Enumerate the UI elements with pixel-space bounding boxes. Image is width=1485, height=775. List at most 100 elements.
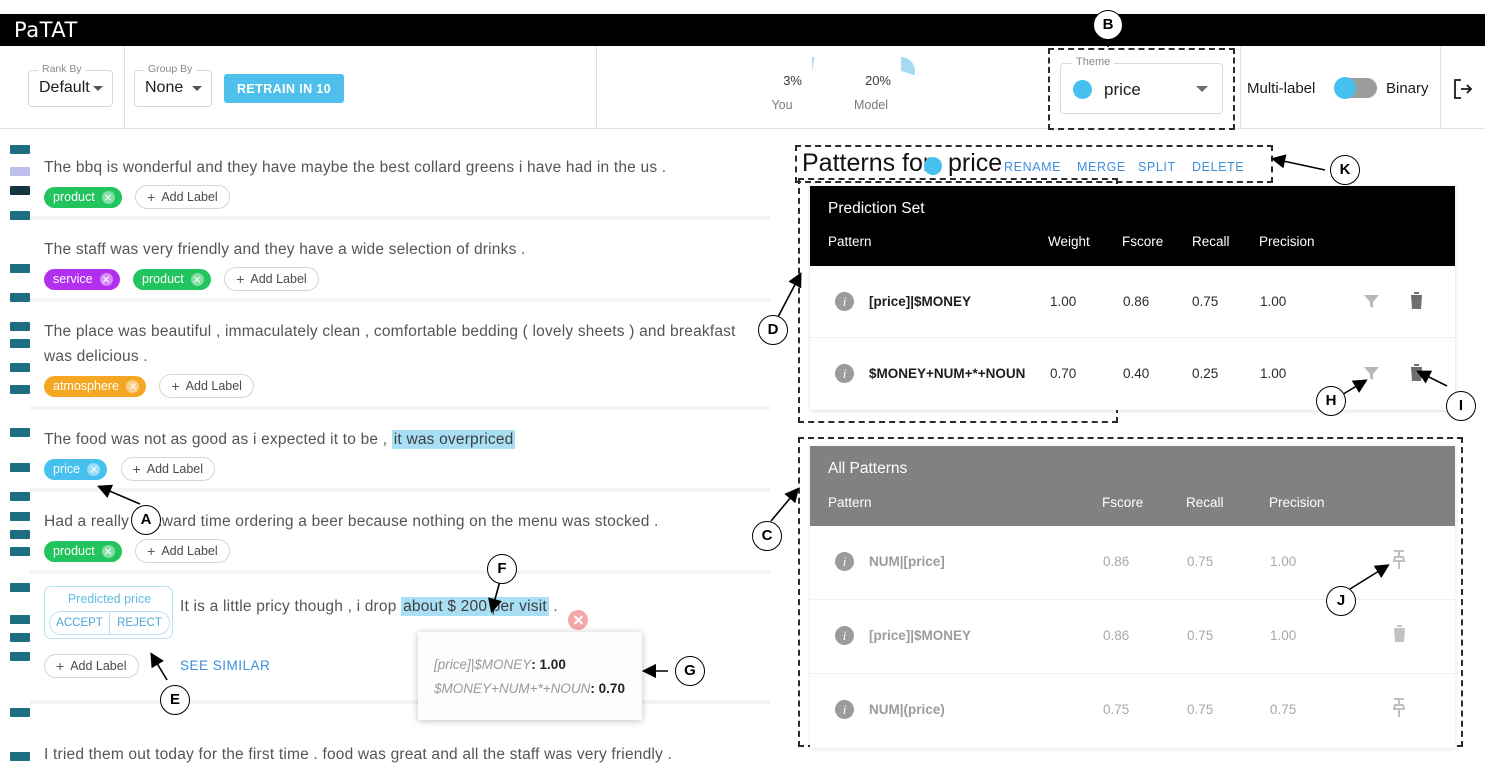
sentence-marker[interactable] xyxy=(10,211,30,220)
remove-label-icon[interactable] xyxy=(101,190,115,204)
callout-g: G xyxy=(675,656,705,686)
label-chip-row: price + Add Label xyxy=(44,457,216,481)
sentence-marker[interactable] xyxy=(10,633,30,642)
label-chip-service[interactable]: service xyxy=(44,268,120,290)
sentence-marker[interactable] xyxy=(10,363,30,372)
add-label-button[interactable]: + Add Label xyxy=(135,185,230,209)
patterns-header-prefix: Patterns for xyxy=(802,149,932,177)
add-label-button[interactable]: + Add Label xyxy=(135,539,230,563)
callout-f: F xyxy=(487,554,517,584)
retrain-button[interactable]: RETRAIN IN 10 xyxy=(224,74,345,103)
logout-icon[interactable] xyxy=(1452,78,1474,105)
filter-icon[interactable] xyxy=(1362,292,1381,316)
pin-icon[interactable] xyxy=(1390,550,1408,575)
app-logo: PaTAT xyxy=(14,18,78,42)
trash-icon[interactable] xyxy=(1408,291,1425,315)
sentence-marker[interactable] xyxy=(10,583,30,592)
filter-icon[interactable] xyxy=(1362,364,1381,388)
delete-button[interactable]: DELETE xyxy=(1192,160,1244,174)
precision-value: 1.00 xyxy=(1260,366,1287,381)
sentence-card[interactable]: The staff was very friendly and they hav… xyxy=(30,220,770,298)
group-by-label: Group By xyxy=(144,63,197,75)
highlighted-span[interactable]: it was overpriced xyxy=(391,430,516,449)
dismiss-prediction-icon[interactable] xyxy=(568,610,588,630)
label-chip-product[interactable]: product xyxy=(44,540,122,562)
sentence-card[interactable]: The bbq is wonderful and they have maybe… xyxy=(30,138,770,216)
multilabel-binary-toggle[interactable] xyxy=(1334,77,1377,99)
sentence-marker[interactable] xyxy=(10,428,30,437)
sentence-marker[interactable] xyxy=(10,463,30,472)
label-chip-product[interactable]: product xyxy=(133,268,211,290)
sentence-marker[interactable] xyxy=(10,752,30,761)
label-chip-product[interactable]: product xyxy=(44,186,122,208)
column-header-fscore: Fscore xyxy=(1122,234,1164,249)
info-icon[interactable]: i xyxy=(835,292,854,311)
sentence-marker[interactable] xyxy=(10,385,30,394)
info-icon[interactable]: i xyxy=(835,552,854,571)
remove-label-icon[interactable] xyxy=(87,462,101,476)
merge-button[interactable]: MERGE xyxy=(1077,160,1126,174)
info-icon[interactable]: i xyxy=(835,700,854,719)
highlighted-span[interactable]: about $ 200 per visit xyxy=(401,597,549,616)
accept-button[interactable]: ACCEPT xyxy=(50,612,110,634)
pin-icon[interactable] xyxy=(1390,698,1408,723)
rank-by-select[interactable]: Rank By Default xyxy=(28,63,113,107)
pattern-name: NUM|(price) xyxy=(869,702,945,717)
remove-label-icon[interactable] xyxy=(99,272,113,286)
callout-i: I xyxy=(1446,391,1476,421)
column-header-precision: Precision xyxy=(1269,495,1325,510)
sentence-card[interactable]: I tried them out today for the first tim… xyxy=(30,704,770,775)
tooltip-score: 0.70 xyxy=(598,681,625,696)
sentence-marker[interactable] xyxy=(10,167,30,176)
remove-label-icon[interactable] xyxy=(190,272,204,286)
sentence-markers-rail[interactable] xyxy=(0,138,30,775)
add-label-button[interactable]: + Add Label xyxy=(159,374,254,398)
remove-label-icon[interactable] xyxy=(101,544,115,558)
sentence-marker[interactable] xyxy=(10,708,30,717)
group-by-select[interactable]: Group By None xyxy=(134,63,212,107)
add-label-button[interactable]: + Add Label xyxy=(120,457,216,481)
recall-value: 0.75 xyxy=(1187,702,1214,717)
sentence-marker[interactable] xyxy=(10,264,30,273)
sentence-card-prediction[interactable]: Predicted price ACCEPT REJECT It is a li… xyxy=(30,574,770,700)
add-label-button[interactable]: + Add Label xyxy=(224,267,319,291)
sentence-marker[interactable] xyxy=(10,145,30,154)
split-button[interactable]: SPLIT xyxy=(1138,160,1176,174)
table-row[interactable]: i [price]|$MONEY 0.86 0.75 1.00 xyxy=(810,600,1455,674)
table-row[interactable]: i [price]|$MONEY 1.00 0.86 0.75 1.00 xyxy=(810,266,1455,338)
trash-icon[interactable] xyxy=(1408,363,1425,387)
remove-label-icon[interactable] xyxy=(126,379,140,393)
sentence-marker[interactable] xyxy=(10,293,30,302)
trash-icon[interactable] xyxy=(1391,624,1408,648)
label-chip-price[interactable]: price xyxy=(44,458,108,480)
chevron-down-icon[interactable] xyxy=(1196,86,1208,92)
sentence-card[interactable]: The place was beautiful , immaculately c… xyxy=(30,302,770,406)
tooltip-pattern: [price]|$MONEY xyxy=(434,657,532,672)
sentence-marker[interactable] xyxy=(10,339,30,348)
add-label-button[interactable]: + Add Label xyxy=(44,654,139,678)
sentence-marker[interactable] xyxy=(10,186,30,195)
info-icon[interactable]: i xyxy=(835,626,854,645)
table-row[interactable]: i NUM|(price) 0.75 0.75 0.75 xyxy=(810,674,1455,748)
sentence-marker[interactable] xyxy=(10,322,30,331)
label-chip-row: + Add Label xyxy=(44,654,139,678)
rename-button[interactable]: RENAME xyxy=(1004,160,1061,174)
sentence-marker[interactable] xyxy=(10,652,30,661)
tooltip-row: [price]|$MONEY: 1.00 xyxy=(434,657,566,672)
recall-value: 0.75 xyxy=(1187,628,1214,643)
table-row[interactable]: i NUM|[price] 0.86 0.75 1.00 xyxy=(810,526,1455,600)
sentence-marker[interactable] xyxy=(10,512,30,521)
sentence-marker[interactable] xyxy=(10,615,30,624)
sentence-marker[interactable] xyxy=(10,530,30,539)
callout-j: J xyxy=(1326,586,1356,616)
label-chip-atmosphere[interactable]: atmosphere xyxy=(44,375,147,397)
sentence-marker[interactable] xyxy=(10,547,30,556)
info-icon[interactable]: i xyxy=(835,364,854,383)
sentence-marker[interactable] xyxy=(10,492,30,501)
pattern-name: [price]|$MONEY xyxy=(869,294,972,309)
reject-button[interactable]: REJECT xyxy=(110,612,169,634)
toggle-knob xyxy=(1334,77,1356,99)
see-similar-link[interactable]: SEE SIMILAR xyxy=(180,658,270,673)
table-row[interactable]: i $MONEY+NUM+*+NOUN 0.70 0.40 0.25 1.00 xyxy=(810,338,1455,410)
sentence-card[interactable]: The food was not as good as i expected i… xyxy=(30,410,770,488)
